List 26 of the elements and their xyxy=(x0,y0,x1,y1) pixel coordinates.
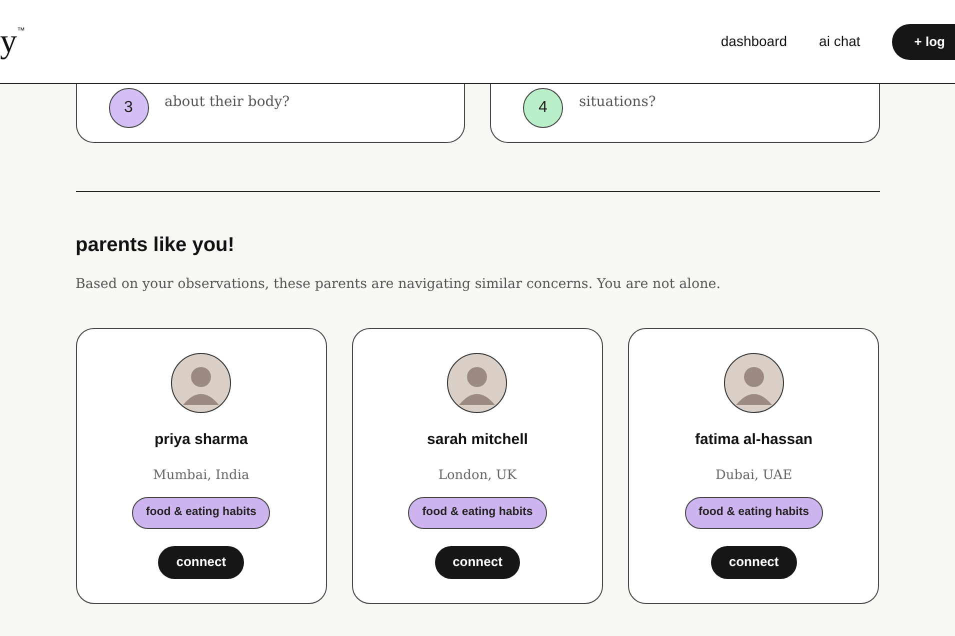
avatar-silhouette-icon xyxy=(171,353,232,414)
question-text: situations? xyxy=(579,93,656,112)
trademark-mark: ™ xyxy=(17,24,25,36)
parent-location: London, UK xyxy=(438,466,517,485)
connect-button[interactable]: connect xyxy=(710,546,797,578)
parent-location: Dubai, UAE xyxy=(715,466,792,485)
question-number: 4 xyxy=(523,88,563,128)
parent-name: priya sharma xyxy=(154,430,248,450)
question-text: about their body? xyxy=(164,93,290,112)
concern-tag: food & eating habits xyxy=(684,497,824,528)
logo[interactable]: y xyxy=(0,24,17,58)
parent-location: Mumbai, India xyxy=(153,466,250,485)
connect-button[interactable]: connect xyxy=(158,546,244,578)
avatar-silhouette-icon xyxy=(447,353,508,414)
parent-name: sarah mitchell xyxy=(427,430,528,450)
nav-link[interactable]: ai chat xyxy=(819,31,860,52)
avatar-silhouette-icon xyxy=(724,353,784,414)
question-number: 3 xyxy=(108,88,148,128)
connect-button[interactable]: connect xyxy=(434,546,520,578)
parent-name: fatima al-hassan xyxy=(695,430,813,450)
nav-link[interactable]: dashboard xyxy=(720,31,788,52)
log-button[interactable]: + log xyxy=(892,24,955,60)
section-description: Based on your observations, these parents are navigating similar concerns. You are not alone. xyxy=(76,275,722,294)
concern-tag: food & eating habits xyxy=(408,497,547,528)
concern-tag: food & eating habits xyxy=(132,497,270,528)
section-heading: parents like you! xyxy=(76,233,236,258)
